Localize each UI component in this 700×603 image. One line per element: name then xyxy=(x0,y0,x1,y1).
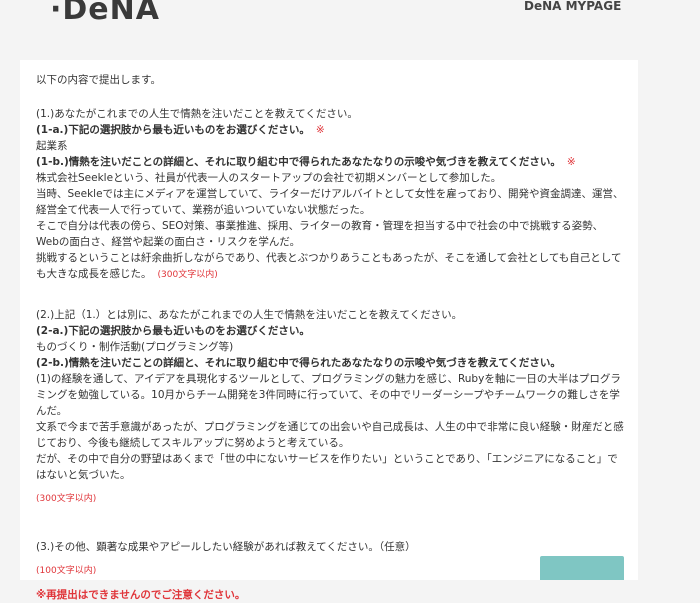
q1b-answer-line: 当時、Seekleでは主にメディアを運営していて、ライターだけアルバイトとして女… xyxy=(36,188,624,216)
q1a-answer: 起業系 xyxy=(36,140,68,152)
submit-button[interactable] xyxy=(540,556,624,580)
submission-content: 以下の内容で提出します。 (1.)あなたがこれまでの人生で情熱を注いだことを教え… xyxy=(36,72,626,603)
q1b-answer-line: 挑戦するということは紆余曲折しながらであり、代表とぶつかりあうこともあったが、そ… xyxy=(36,252,622,280)
q1-title: (1.)あなたがこれまでの人生で情熱を注いだことを教えてください。 xyxy=(36,108,358,120)
required-mark: ※ xyxy=(566,156,576,168)
q2b-label: (2-b.)情熱を注いだことの詳細と、それに取り組む中で得られたあなたなりの示唆… xyxy=(36,357,561,369)
dena-logo[interactable]: ·DeNA xyxy=(50,0,160,27)
q3-title: (3.)その他、顕著な成果やアピールしたい経験があれば教えてください。（任意） xyxy=(36,541,416,553)
q2-title: (2.)上記（1.）とは別に、あなたがこれまでの人生で情熱を注いだことを教えてく… xyxy=(36,309,463,321)
intro-text: 以下の内容で提出します。 xyxy=(36,74,161,86)
q2b-char-limit: (300文字以内) xyxy=(36,494,97,504)
q2b-answer-line: (1)の経験を通して、アイデアを具現化するツールとして、プログラミングの魅力を感… xyxy=(36,373,621,417)
q1b-char-limit: (300文字以内) xyxy=(157,270,218,280)
q1b-answer-line: 株式会社Seekleという、社員が代表一人のスタートアップの会社で初期メンバーと… xyxy=(36,172,502,184)
q2a-label: (2-a.)下記の選択肢から最も近いものをお選びください。 xyxy=(36,325,310,337)
q1b-label: (1-b.)情熱を注いだことの詳細と、それに取り組む中で得られたあなたなりの示唆… xyxy=(36,156,576,168)
page-header: ·DeNA DeNA MYPAGE xyxy=(0,0,700,40)
q1b-answer-line: そこで自分は代表の傍ら、SEO対策、事業推進、採用、ライターの教育・管理を担当す… xyxy=(36,220,604,248)
resubmit-warning: ※再提出はできませんのでご注意ください。 xyxy=(36,589,246,601)
mypage-label[interactable]: DeNA MYPAGE xyxy=(524,0,621,13)
q3-char-limit: (100文字以内) xyxy=(36,566,97,576)
q1a-label: (1-a.)下記の選択肢から最も近いものをお選びください。 ※ xyxy=(36,124,325,136)
q2a-answer: ものづくり・制作活動(プログラミング等) xyxy=(36,341,234,353)
q2b-answer-line: 文系で今まで苦手意識があったが、プログラミングを通じての出会いや自己成長は、人生… xyxy=(36,421,624,449)
required-mark: ※ xyxy=(315,124,325,136)
q2b-answer-line: だが、その中で自分の野望はあくまで「世の中にないサービスを作りたい」ということで… xyxy=(36,453,618,481)
